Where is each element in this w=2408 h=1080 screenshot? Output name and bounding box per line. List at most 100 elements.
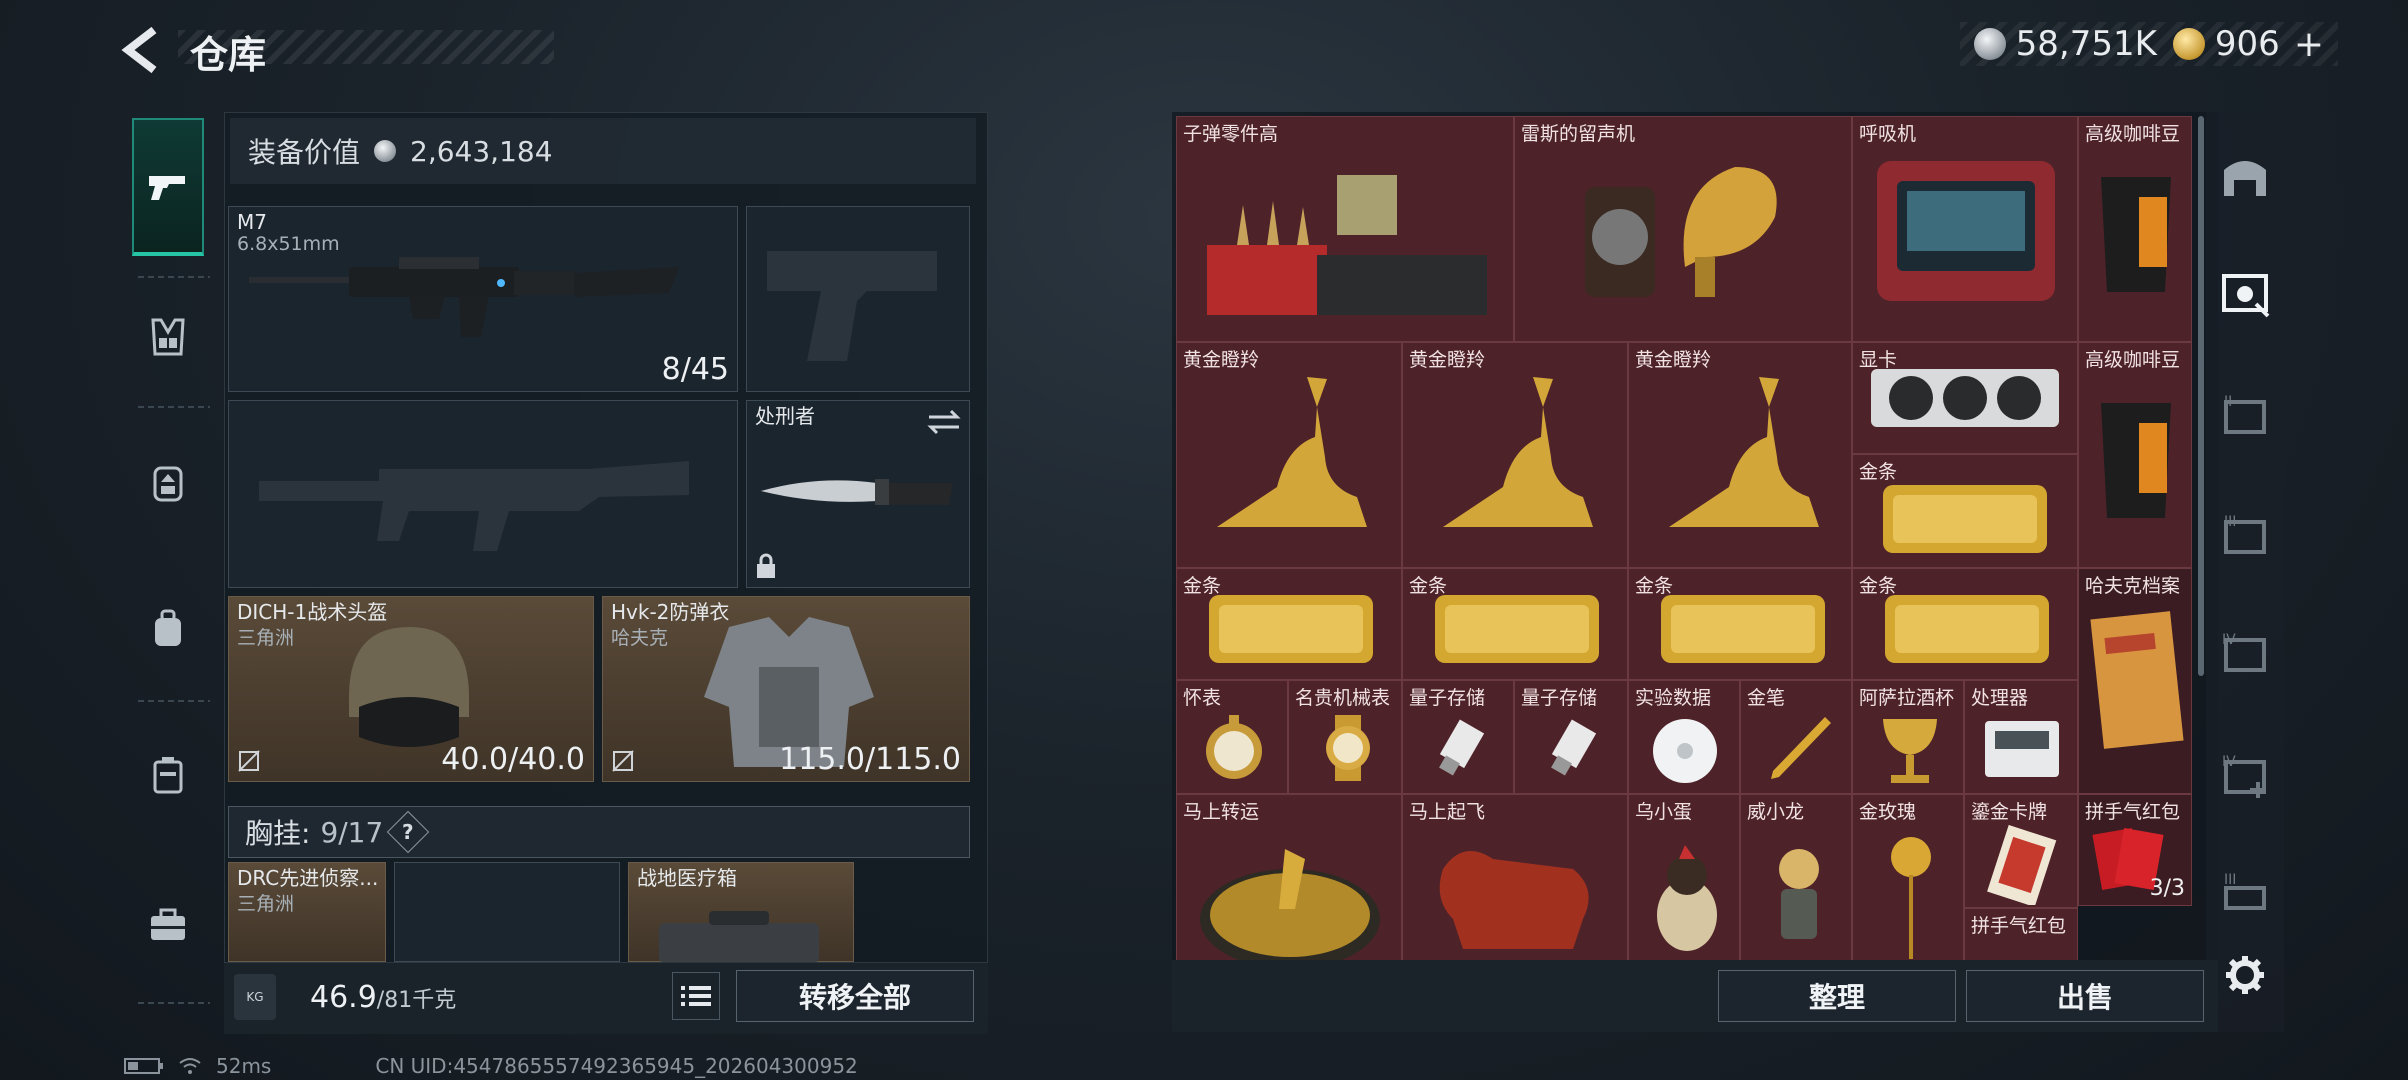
backpack-icon[interactable] [145, 606, 191, 652]
ammo-parts-icon [1207, 175, 1487, 315]
gold-currency: 906 + [2172, 24, 2324, 65]
processor-icon [1985, 721, 2059, 777]
backpack-rig-icon[interactable] [145, 460, 191, 506]
stash-item[interactable]: 哈夫克档案 [2078, 568, 2192, 794]
stash-item[interactable]: 黄金瞪羚 [1628, 342, 1852, 568]
stash-item[interactable]: 拼手气红包 3/3 [2078, 794, 2192, 906]
med-item-slot[interactable]: 战地医疗箱 [628, 862, 854, 963]
level-ii-box-icon[interactable]: II [2218, 392, 2272, 440]
lock-icon [757, 553, 775, 578]
chest-rig-icon[interactable] [145, 314, 191, 360]
stash-item[interactable]: 名贵机械表 [1288, 680, 1402, 794]
rig-item-name: DRC先进侦察... [237, 866, 379, 890]
pistol-silhouette-icon [767, 251, 937, 361]
item-name: 处理器 [1971, 687, 2029, 709]
toolbox-icon[interactable] [145, 902, 191, 948]
stash-scrollbar[interactable] [2198, 116, 2204, 676]
page-title: 仓库 [190, 33, 267, 77]
stash-item[interactable]: 金条 [1628, 568, 1852, 680]
chest-label: 胸挂: [245, 817, 311, 850]
silver-currency: 58,751K [1973, 24, 2157, 64]
secondary-weapon-slot-empty[interactable] [228, 400, 738, 588]
level-iii-box-icon[interactable]: III [2218, 512, 2272, 560]
sort-button[interactable]: 整理 [1718, 970, 1956, 1022]
help-button[interactable]: ? [387, 810, 430, 854]
item-name: 拼手气红包 [1971, 915, 2067, 937]
stash-item[interactable]: 金玫瑰 [1852, 794, 1964, 960]
gold-rose-icon [1891, 837, 1931, 959]
stash-item[interactable]: 金条 [1852, 568, 2078, 680]
ping-text: 52ms [216, 1054, 272, 1078]
all-category-icon[interactable] [2218, 152, 2272, 200]
stack-count: 3/3 [2149, 876, 2185, 901]
stash-item[interactable]: 量子存储 [1402, 680, 1514, 794]
stash-item[interactable]: 威小龙 [1740, 794, 1852, 960]
stash-item[interactable]: 高级咖啡豆 [2078, 342, 2192, 568]
item-name: 威小龙 [1747, 801, 1805, 823]
gold-bar-icon [1883, 485, 2047, 553]
rifle-icon [249, 257, 679, 337]
gold-amount: 906 [2214, 24, 2280, 64]
add-currency-button[interactable]: + [2294, 24, 2324, 65]
stash-item[interactable]: 呼吸机 [1852, 116, 2078, 342]
list-view-button[interactable] [672, 972, 720, 1020]
stash-item[interactable]: 拼手气红包 [1964, 908, 2078, 960]
item-name: 鎏金卡牌 [1971, 801, 2048, 823]
rig-slot-empty[interactable] [394, 862, 620, 962]
status-bar: 52ms CN UID:4547865557492365945_20260430… [124, 1054, 858, 1078]
pistol-slot-empty[interactable] [746, 206, 970, 392]
stash-item[interactable]: 处理器 [1964, 680, 2078, 794]
item-name: 金玫瑰 [1859, 801, 1917, 823]
pistol-icon [149, 176, 185, 200]
gold-coin-icon [2172, 28, 2205, 60]
stash-item[interactable]: 马上转运 [1176, 794, 1402, 960]
back-arrow-icon[interactable] [118, 24, 166, 76]
swap-icon[interactable] [927, 409, 961, 435]
equipment-value: 装备价值 2,643,184 [230, 118, 976, 184]
rig-item-slot[interactable]: DRC先进侦察... 三角洲 [228, 862, 386, 962]
stash-item[interactable]: 实验数据 [1628, 680, 1740, 794]
pocket-watch-icon [1206, 715, 1262, 779]
level-iv-box-icon[interactable]: IV [2218, 630, 2272, 678]
stash-item[interactable]: 高级咖啡豆 [2078, 116, 2192, 342]
item-name: 阿萨拉酒杯 [1859, 687, 1955, 709]
stash-item[interactable]: 显卡 [1852, 342, 2078, 454]
egg-figure-icon [1657, 845, 1717, 951]
primary-weapon-slot[interactable]: M7 6.8x51mm 8/45 [228, 206, 738, 392]
ammo-count: 8/45 [661, 352, 729, 387]
sell-button[interactable]: 出售 [1966, 970, 2204, 1022]
item-name: 名贵机械表 [1295, 687, 1391, 709]
safe-case-icon[interactable] [145, 752, 191, 798]
armor-slot[interactable]: Hvk-2防弹衣 哈夫克 115.0/115.0 [602, 596, 970, 782]
transfer-all-button[interactable]: 转移全部 [736, 970, 974, 1022]
stash-item[interactable]: 阿萨拉酒杯 [1852, 680, 1964, 794]
helmet-durability: 40.0/40.0 [441, 742, 585, 777]
stash-item[interactable]: 金笔 [1740, 680, 1852, 794]
stash-item[interactable]: 子弹零件高 [1176, 116, 1514, 342]
stash-item[interactable]: 金条 [1176, 568, 1402, 680]
gold-bar-icon [1661, 595, 1825, 663]
stash-item[interactable]: 马上起飞 [1402, 794, 1628, 960]
stash-item[interactable]: 黄金瞪羚 [1402, 342, 1628, 568]
silver-amount: 58,751K [2015, 24, 2157, 64]
stash-item[interactable]: 鎏金卡牌 [1964, 794, 2078, 908]
stash-item[interactable]: 量子存储 [1514, 680, 1628, 794]
melee-slot[interactable]: 处刑者 [746, 400, 970, 588]
gold-gazelle-icon [1443, 377, 1593, 527]
stash-item[interactable]: 怀表 [1176, 680, 1288, 794]
file-folder-icon [2090, 611, 2184, 749]
silver-coin-icon [1973, 28, 2006, 60]
collectibles-category-icon[interactable] [2218, 270, 2272, 318]
level-iii-vehicle-icon[interactable]: III [2218, 870, 2272, 918]
level-iv-add-icon[interactable]: IV [2218, 752, 2272, 800]
stash-item[interactable]: 金条 [1402, 568, 1628, 680]
stash-item[interactable]: 黄金瞪羚 [1176, 342, 1402, 568]
stash-item[interactable]: 乌小蛋 [1628, 794, 1740, 960]
helmet-slot[interactable]: DICH-1战术头盔 三角洲 40.0/40.0 [228, 596, 594, 782]
battery-icon [124, 1058, 163, 1074]
weight-max: /81千克 [376, 988, 457, 1013]
stash-item[interactable]: 雷斯的留声机 [1514, 116, 1852, 342]
stash-item[interactable]: 金条 [1852, 454, 2078, 568]
settings-gear-icon[interactable] [2224, 954, 2266, 996]
svg-text:II: II [2224, 394, 2232, 410]
